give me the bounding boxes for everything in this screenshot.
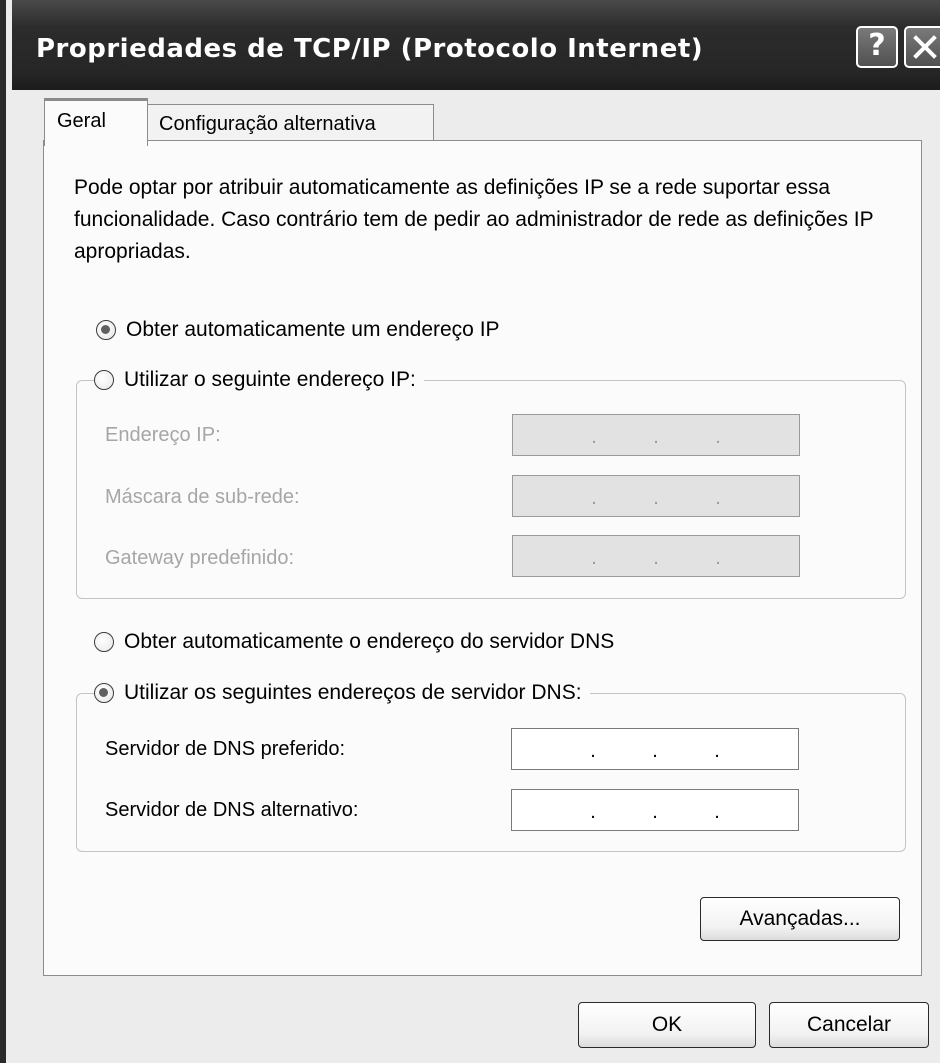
- manual-ip-label: Utilizar o seguinte endereço IP:: [124, 368, 416, 391]
- dialog-title: Propriedades de TCP/IP (Protocolo Intern…: [36, 34, 704, 64]
- auto-dns-radio[interactable]: [94, 632, 114, 652]
- help-button[interactable]: ?: [856, 26, 898, 68]
- manual-dns-label: Utilizar os seguintes endereços de servi…: [124, 681, 582, 704]
- tcpip-properties-dialog: Propriedades de TCP/IP (Protocolo Intern…: [0, 0, 940, 1063]
- auto-ip-label: Obter automaticamente um endereço IP: [126, 318, 500, 341]
- description-text: Pode optar por atribuir automaticamente …: [74, 176, 874, 263]
- close-icon: [913, 35, 937, 59]
- auto-dns-option[interactable]: Obter automaticamente o endereço do serv…: [94, 630, 614, 654]
- ip-address-input[interactable]: ...: [512, 414, 800, 456]
- manual-dns-radio[interactable]: [94, 683, 114, 703]
- ok-button[interactable]: OK: [578, 1002, 756, 1048]
- alternate-dns-label: Servidor de DNS alternativo:: [105, 799, 359, 821]
- auto-dns-label: Obter automaticamente o endereço do serv…: [124, 630, 615, 653]
- ip-address-label: Endereço IP:: [105, 424, 221, 446]
- manual-ip-option[interactable]: Utilizar o seguinte endereço IP:: [94, 368, 424, 392]
- tab-geral[interactable]: Geral: [44, 98, 148, 146]
- title-bar[interactable]: Propriedades de TCP/IP (Protocolo Intern…: [12, 0, 940, 90]
- manual-ip-radio[interactable]: [94, 370, 114, 390]
- preferred-dns-label: Servidor de DNS preferido:: [105, 738, 346, 760]
- manual-dns-option[interactable]: Utilizar os seguintes endereços de servi…: [94, 681, 590, 705]
- auto-ip-option[interactable]: Obter automaticamente um endereço IP: [96, 318, 500, 342]
- subnet-mask-input[interactable]: ...: [512, 475, 800, 517]
- advanced-button[interactable]: Avançadas...: [700, 897, 900, 941]
- auto-ip-radio[interactable]: [96, 320, 116, 340]
- subnet-mask-label: Máscara de sub-rede:: [105, 486, 300, 508]
- default-gateway-label: Gateway predefinido:: [105, 547, 295, 569]
- help-icon: ?: [868, 28, 886, 63]
- cancel-button[interactable]: Cancelar: [769, 1002, 929, 1048]
- preferred-dns-input[interactable]: ...: [511, 728, 799, 770]
- default-gateway-input[interactable]: ...: [512, 535, 800, 577]
- close-button[interactable]: [904, 26, 940, 68]
- alternate-dns-input[interactable]: ...: [511, 789, 799, 831]
- tab-configuracao-alternativa[interactable]: Configuração alternativa: [146, 104, 434, 142]
